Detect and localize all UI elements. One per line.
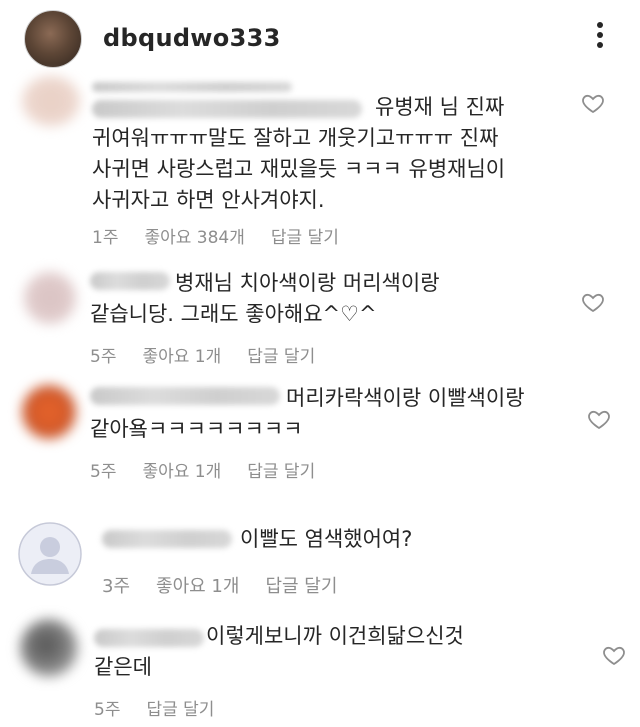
commenter-avatar[interactable] — [22, 385, 76, 439]
comment-text: 유병재 님 진짜 귀여워ㅠㅠㅠ말도 잘하고 개웃기고ㅠㅠㅠ 진짜 사귀면 사랑스… — [92, 95, 506, 212]
comment-time: 1주 — [92, 228, 119, 248]
reply-button[interactable]: 답글 달기 — [146, 695, 214, 720]
comment-text: 이렇게보니까 이건희닮으신것 같은데 — [94, 624, 464, 679]
comment-meta: 5주 답글 달기 — [94, 695, 240, 720]
more-options-icon[interactable] — [589, 22, 611, 56]
like-heart-icon[interactable] — [602, 643, 626, 667]
commenter-avatar[interactable] — [20, 619, 78, 677]
comment-time: 3주 — [102, 576, 131, 597]
commenter-avatar[interactable] — [24, 272, 76, 324]
comment-item: 병재님 치아색이랑 머리색이랑 같습니당. 그래도 좋아해요^♡^ 5주 좋아요 … — [0, 260, 640, 370]
reply-button[interactable]: 답글 달기 — [271, 223, 339, 248]
comment-text: 머리카락색이랑 이빨색이랑 같아욬ㅋㅋㅋㅋㅋㅋㅋㅋ — [90, 386, 525, 441]
comment-meta: 5주 좋아요 1개 답글 달기 — [90, 342, 341, 367]
default-avatar[interactable] — [18, 522, 82, 586]
comment-likes[interactable]: 좋아요 1개 — [142, 457, 221, 482]
like-heart-icon[interactable] — [581, 91, 605, 115]
comment-meta: 5주 좋아요 1개 답글 달기 — [90, 457, 341, 482]
comment-time: 5주 — [94, 700, 121, 720]
comment-likes[interactable]: 좋아요 1개 — [156, 572, 239, 598]
like-heart-icon[interactable] — [587, 407, 611, 431]
commenter-username[interactable] — [92, 82, 292, 92]
reply-button[interactable]: 답글 달기 — [247, 457, 315, 482]
commenter-avatar[interactable] — [22, 76, 80, 126]
comment-time: 5주 — [90, 462, 117, 482]
comment-item: 이빨도 염색했어여? 3주 좋아요 1개 답글 달기 — [0, 512, 640, 607]
like-heart-icon[interactable] — [581, 290, 605, 314]
reply-button[interactable]: 답글 달기 — [265, 572, 337, 598]
reply-button[interactable]: 답글 달기 — [247, 342, 315, 367]
comment-likes[interactable]: 좋아요 1개 — [142, 342, 221, 367]
comment-likes[interactable]: 좋아요 384개 — [144, 223, 244, 248]
profile-header: dbqudwo333 — [0, 0, 640, 75]
comment-time: 5주 — [90, 347, 117, 367]
comment-text: 병재님 치아색이랑 머리색이랑 같습니당. 그래도 좋아해요^♡^ — [90, 271, 440, 326]
comment-item: 머리카락색이랑 이빨색이랑 같아욬ㅋㅋㅋㅋㅋㅋㅋㅋ 5주 좋아요 1개 답글 달기 — [0, 375, 640, 485]
comment-item: 이렇게보니까 이건희닮으신것 같은데 5주 답글 달기 — [0, 615, 640, 727]
profile-avatar[interactable] — [24, 10, 82, 68]
comment-item: 유병재 님 진짜 귀여워ㅠㅠㅠ말도 잘하고 개웃기고ㅠㅠㅠ 진짜 사귀면 사랑스… — [0, 76, 640, 248]
comment-text: 이빨도 염색했어여? — [240, 527, 413, 551]
comment-meta: 1주 좋아요 384개 답글 달기 — [92, 223, 365, 248]
profile-username[interactable]: dbqudwo333 — [103, 24, 281, 52]
comment-meta: 3주 좋아요 1개 답글 달기 — [102, 572, 363, 598]
